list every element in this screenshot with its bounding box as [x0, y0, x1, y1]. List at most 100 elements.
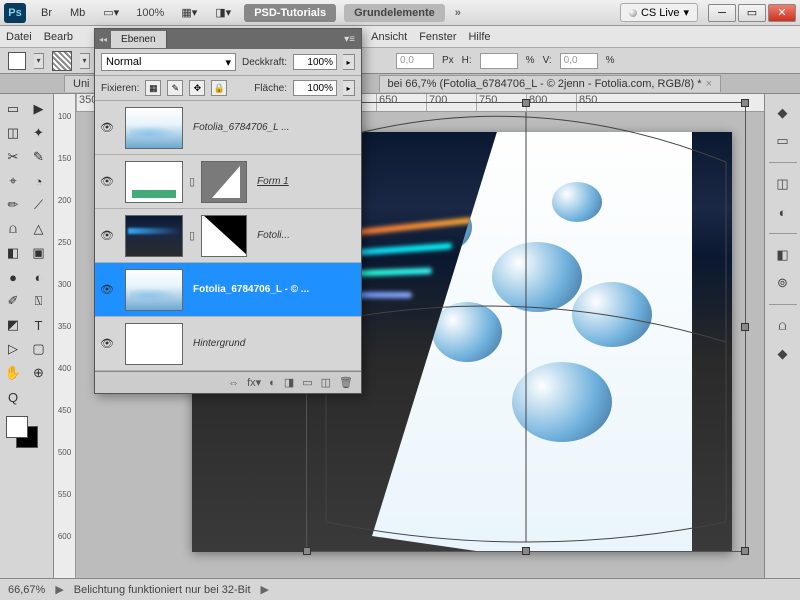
color-swatches[interactable] — [2, 416, 42, 456]
layer-thumb[interactable] — [125, 323, 183, 365]
blend-mode-select[interactable]: Normal ▾ — [101, 53, 236, 71]
tool-22[interactable]: ✋ — [2, 362, 24, 384]
opacity-slider-icon[interactable]: ▸ — [343, 54, 355, 70]
dock-icon-0[interactable]: ◆ — [772, 102, 794, 124]
link-icon[interactable]: ▯ — [189, 175, 195, 188]
lock-all-icon[interactable]: 🔒 — [211, 80, 227, 96]
tool-1[interactable]: ▶ — [28, 98, 50, 120]
handle-br[interactable] — [741, 547, 749, 555]
tool-19[interactable]: T — [28, 314, 50, 336]
foreground-swatch[interactable] — [6, 416, 28, 438]
tool-11[interactable]: △ — [28, 218, 50, 240]
layer-row[interactable]: 👁 Hintergrund — [95, 317, 361, 371]
x-input[interactable] — [396, 53, 434, 69]
tool-16[interactable]: ✐ — [2, 290, 24, 312]
tool-5[interactable]: ✎ — [28, 146, 50, 168]
close-icon[interactable]: × — [706, 78, 712, 90]
maximize-button[interactable]: ▭ — [738, 4, 766, 22]
menu-help[interactable]: Hilfe — [468, 31, 490, 43]
layer-foot-icon-6[interactable]: 🗑 — [339, 376, 353, 389]
tool-23[interactable]: ⊕ — [28, 362, 50, 384]
layers-panel[interactable]: ◂◂ Ebenen ▾≡ Normal ▾ Deckkraft: ▸ Fixie… — [94, 28, 362, 394]
panel-tab-layers[interactable]: Ebenen — [111, 31, 166, 48]
tool-18[interactable]: ◩ — [2, 314, 24, 336]
collapse-icon[interactable]: ◂◂ — [95, 35, 111, 44]
pattern-swatch[interactable] — [52, 51, 72, 71]
menu-edit[interactable]: Bearb — [44, 31, 73, 43]
dock-icon-3[interactable]: ◐ — [772, 201, 794, 223]
mask-thumb[interactable] — [201, 215, 247, 257]
layer-foot-icon-3[interactable]: ◨ — [284, 376, 294, 389]
tool-preset-button[interactable] — [8, 52, 26, 70]
layer-name[interactable]: Hintergrund — [189, 338, 361, 349]
tool-20[interactable]: ▷ — [2, 338, 24, 360]
tool-21[interactable]: ▢ — [28, 338, 50, 360]
close-button[interactable]: ✕ — [768, 4, 796, 22]
tool-7[interactable]: ◔ — [28, 170, 50, 192]
handle-mr[interactable] — [741, 323, 749, 331]
minimize-button[interactable]: ─ — [708, 4, 736, 22]
layer-row[interactable]: 👁▯Form 1 — [95, 155, 361, 209]
cs-live-button[interactable]: CS Live ▾ — [620, 3, 698, 22]
layer-foot-icon-0[interactable]: ⇔ — [228, 377, 239, 389]
status-arrow[interactable]: ▶ — [55, 583, 63, 596]
tool-14[interactable]: ● — [2, 266, 24, 288]
v-input[interactable] — [560, 53, 598, 69]
bridge-button[interactable]: Br — [34, 4, 59, 22]
dock-icon-2[interactable]: ◫ — [772, 173, 794, 195]
tool-12[interactable]: ◧ — [2, 242, 24, 264]
tool-10[interactable]: ⩍ — [2, 218, 24, 240]
lock-pixels-icon[interactable]: ✎ — [167, 80, 183, 96]
opacity-input[interactable] — [293, 54, 337, 70]
menu-file[interactable]: Datei — [6, 31, 32, 43]
tool-24[interactable]: Q — [2, 386, 24, 408]
dock-icon-1[interactable]: ▭ — [772, 130, 794, 152]
layer-foot-icon-1[interactable]: fx▾ — [247, 376, 261, 389]
link-icon[interactable]: ▯ — [189, 229, 195, 242]
tool-17[interactable]: ⍂ — [28, 290, 50, 312]
layer-thumb[interactable] — [125, 269, 183, 311]
tool-15[interactable]: ◐ — [28, 266, 50, 288]
layer-row[interactable]: 👁 ▯ Fotoli... — [95, 209, 361, 263]
layer-name[interactable]: Fotolia_6784706_L ... — [189, 122, 361, 133]
panel-menu-icon[interactable]: ▾≡ — [338, 34, 361, 45]
layer-row[interactable]: 👁Fotolia_6784706_L ... — [95, 101, 361, 155]
layer-thumb[interactable] — [125, 161, 183, 203]
layer-row[interactable]: 👁Fotolia_6784706_L - © ... — [95, 263, 361, 317]
layer-thumb[interactable] — [125, 107, 183, 149]
status-arrow-2[interactable]: ▶ — [261, 583, 269, 596]
lock-position-icon[interactable]: ✥ — [189, 80, 205, 96]
workspace-more[interactable]: » — [455, 7, 461, 19]
layer-name[interactable]: Fotoli... — [253, 230, 361, 241]
layer-name[interactable]: Form 1 — [253, 176, 361, 187]
visibility-icon[interactable]: 👁 — [95, 337, 119, 350]
layer-foot-icon-5[interactable]: ◫ — [321, 376, 331, 389]
minibridge-button[interactable]: Mb — [63, 4, 92, 22]
extra-button[interactable]: ◨▾ — [208, 3, 238, 22]
pattern-drop[interactable]: ▾ — [80, 53, 90, 69]
fill-slider-icon[interactable]: ▸ — [343, 80, 355, 96]
lock-transparent-icon[interactable]: ▦ — [145, 80, 161, 96]
menu-view[interactable]: Ansicht — [371, 31, 407, 43]
dock-icon-7[interactable]: ◆ — [772, 343, 794, 365]
doc-tab[interactable]: bei 66,7% (Fotolia_6784706_L - © 2jenn -… — [379, 75, 721, 92]
dock-icon-6[interactable]: ⩍ — [772, 315, 794, 337]
menu-window[interactable]: Fenster — [419, 31, 456, 43]
h-input[interactable] — [480, 53, 518, 69]
layer-foot-icon-4[interactable]: ▭ — [302, 376, 312, 389]
tool-8[interactable]: ✏ — [2, 194, 24, 216]
tool-preset-drop[interactable]: ▾ — [34, 53, 44, 69]
tool-4[interactable]: ✂ — [2, 146, 24, 168]
tool-13[interactable]: ▣ — [28, 242, 50, 264]
dock-icon-5[interactable]: ⊚ — [772, 272, 794, 294]
layer-foot-icon-2[interactable]: ◐ — [269, 377, 276, 389]
status-zoom[interactable]: 66,67% — [8, 584, 45, 596]
visibility-icon[interactable]: 👁 — [95, 229, 119, 242]
tool-9[interactable]: ⟋ — [28, 194, 50, 216]
dock-icon-4[interactable]: ◧ — [772, 244, 794, 266]
workspace-active[interactable]: PSD-Tutorials — [244, 4, 336, 22]
tool-2[interactable]: ◫ — [2, 122, 24, 144]
tool-0[interactable]: ▭ — [2, 98, 24, 120]
screen-mode-button[interactable]: ▭▾ — [96, 3, 126, 22]
layer-name[interactable]: Fotolia_6784706_L - © ... — [189, 284, 361, 295]
